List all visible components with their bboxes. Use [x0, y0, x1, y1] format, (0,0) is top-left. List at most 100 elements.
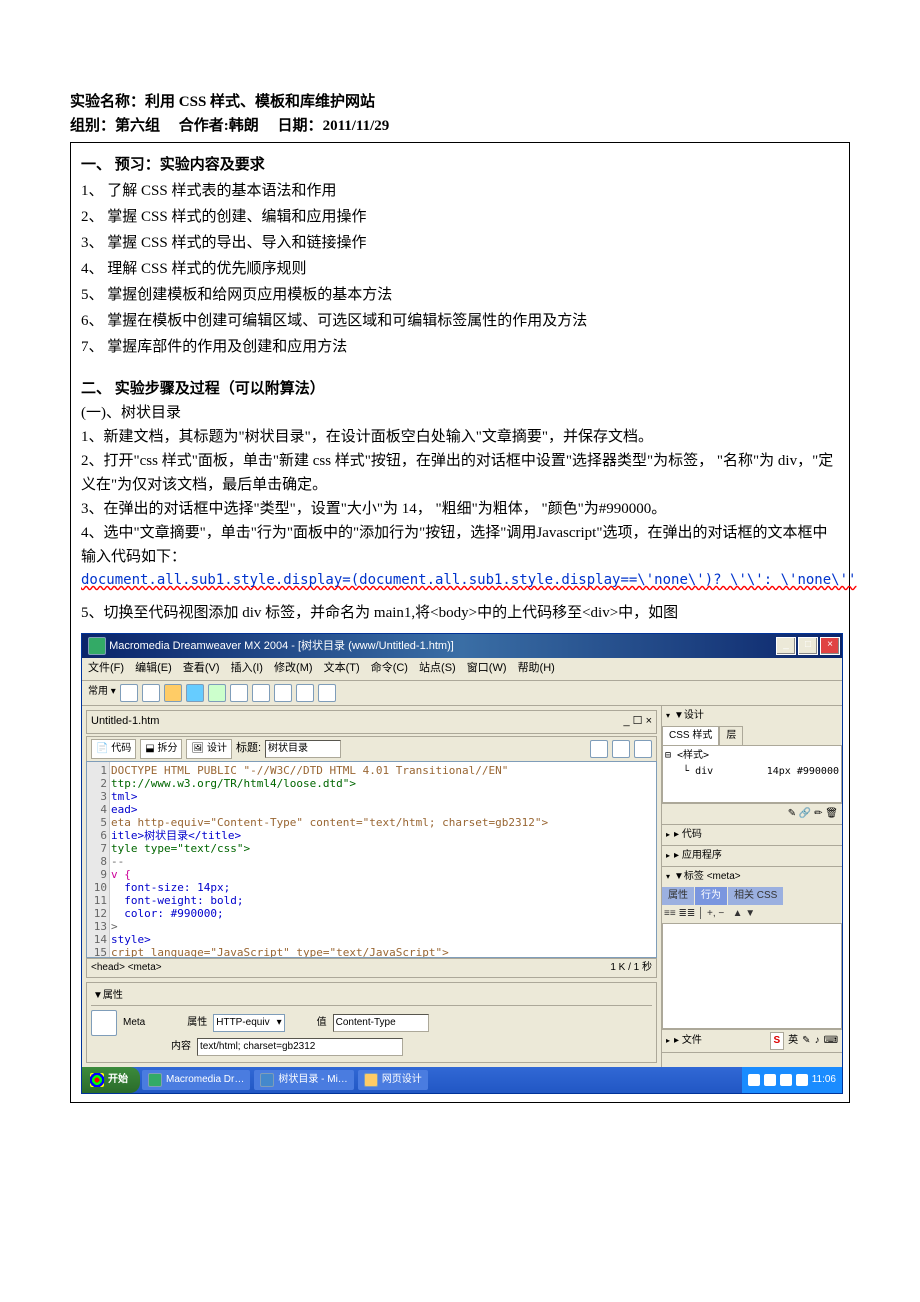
behaviors-list[interactable] — [662, 923, 842, 1029]
step: 5、切换至代码视图添加 div 标签，并命名为 main1,将<body>中的上… — [81, 601, 839, 625]
edit-css-icon[interactable]: ✏ — [814, 808, 822, 819]
taskbar-item[interactable]: 网页设计 — [358, 1070, 428, 1090]
relevant-css-tab[interactable]: 相关 CSS — [728, 887, 783, 905]
taskbar-item[interactable]: 树状目录 - Mi… — [254, 1070, 353, 1090]
minimize-button[interactable]: _ — [776, 637, 796, 655]
menu-item[interactable]: 文本(T) — [324, 662, 360, 674]
behaviors-tab[interactable]: 行为 — [695, 887, 727, 905]
step: 2、打开"css 样式"面板，单击"新建 css 样式"按钮，在弹出的对话框中设… — [81, 449, 839, 497]
subsection: (一)、树状目录 — [81, 401, 839, 425]
experiment-meta: 组别：第六组 合作者:韩朗 日期：2011/11/29 — [70, 114, 850, 138]
section1-title: 一、 预习：实验内容及要求 — [81, 153, 839, 177]
toolbar-icon[interactable] — [274, 684, 292, 702]
code-panel-header[interactable]: ▸ 代码 — [662, 825, 842, 845]
tray-icon[interactable] — [748, 1074, 760, 1086]
close-button[interactable]: × — [820, 637, 840, 655]
properties-panel: ▼属性 Meta 属性 HTTP-equiv 值 Content-Type — [86, 982, 657, 1063]
js-code: document.all.sub1.style.display=(documen… — [81, 569, 839, 591]
content-box: 一、 预习：实验内容及要求 1、 了解 CSS 样式表的基本语法和作用 2、 掌… — [70, 142, 850, 1103]
toolbar-icon[interactable] — [208, 684, 226, 702]
experiment-title: 实验名称：利用 CSS 样式、模板和库维护网站 — [70, 90, 850, 114]
toolbar-icon[interactable] — [612, 740, 630, 758]
step: 3、在弹出的对话框中选择"类型"，设置"大小"为 14， "粗细"为粗体， "颜… — [81, 497, 839, 521]
app-screenshot: Macromedia Dreamweaver MX 2004 - [树状目录 (… — [81, 633, 843, 1093]
list-item: 3、 掌握 CSS 样式的导出、导入和链接操作 — [81, 231, 839, 255]
toolbar-icon[interactable] — [252, 684, 270, 702]
toolbar-icon[interactable] — [634, 740, 652, 758]
tray-icon[interactable] — [764, 1074, 776, 1086]
step: 4、选中"文章摘要"，单击"行为"面板中的"添加行为"按钮，选择"调用Javas… — [81, 521, 839, 569]
list-item: 6、 掌握在模板中创建可编辑区域、可选区域和可编辑标签属性的作用及方法 — [81, 309, 839, 333]
list-item: 5、 掌握创建模板和给网页应用模板的基本方法 — [81, 283, 839, 307]
remove-behavior-button[interactable]: − — [718, 908, 724, 919]
toolbar-icon[interactable] — [318, 684, 336, 702]
menu-item[interactable]: 帮助(H) — [518, 662, 555, 674]
taskbar-item[interactable]: Macromedia Dr… — [142, 1070, 250, 1090]
document-tab[interactable]: Untitled-1.htm _ ☐ × — [86, 710, 657, 734]
side-panels: ▼设计 CSS 样式 层 ⊟ <样式> └ div 14px #990000 — [661, 706, 842, 1067]
panel-header[interactable]: ▼属性 — [91, 987, 652, 1006]
app-panel-header[interactable]: ▸ 应用程序 — [662, 846, 842, 866]
files-panel-header[interactable]: ▸ 文件 S 英 ✎ ♪ ⌨ — [662, 1030, 842, 1052]
menu-item[interactable]: 窗口(W) — [467, 662, 507, 674]
attach-css-icon[interactable]: 🔗 — [799, 808, 811, 819]
menu-bar[interactable]: 文件(F) 编辑(E) 查看(V) 插入(I) 修改(M) 文本(T) 命令(C… — [82, 658, 842, 681]
page-title-input[interactable]: 树状目录 — [265, 740, 341, 758]
list-item: 4、 理解 CSS 样式的优先顺序规则 — [81, 257, 839, 281]
toolbar-icon[interactable] — [164, 684, 182, 702]
start-button[interactable]: 开始 — [82, 1067, 140, 1093]
toolbar-icon[interactable] — [230, 684, 248, 702]
tray-icon[interactable] — [796, 1074, 808, 1086]
tray-icon[interactable] — [780, 1074, 792, 1086]
list-item: 1、 了解 CSS 样式表的基本语法和作用 — [81, 179, 839, 203]
system-tray[interactable]: 11:06 — [742, 1067, 842, 1093]
delete-css-icon[interactable]: 🗑 — [825, 808, 838, 819]
css-styles-tab[interactable]: CSS 样式 — [662, 726, 719, 745]
list-item: 2、 掌握 CSS 样式的创建、编辑和应用操作 — [81, 205, 839, 229]
tray-icon: ♪ — [815, 1033, 820, 1049]
list-item: 7、 掌握库部件的作用及创建和应用方法 — [81, 335, 839, 359]
window-titlebar[interactable]: Macromedia Dreamweaver MX 2004 - [树状目录 (… — [82, 634, 842, 658]
toolbar-icon[interactable] — [186, 684, 204, 702]
attr-select[interactable]: HTTP-equiv — [213, 1014, 284, 1032]
insert-toolbar[interactable]: 常用 ▾ — [82, 681, 842, 706]
layers-tab[interactable]: 层 — [719, 726, 743, 745]
maximize-button[interactable]: □ — [798, 637, 818, 655]
menu-item[interactable]: 站点(S) — [419, 662, 456, 674]
menu-item[interactable]: 命令(C) — [371, 662, 408, 674]
window-title: Macromedia Dreamweaver MX 2004 - [树状目录 (… — [109, 638, 776, 656]
menu-item[interactable]: 编辑(E) — [135, 662, 172, 674]
windows-logo-icon — [90, 1073, 104, 1087]
menu-item[interactable]: 查看(V) — [183, 662, 220, 674]
sogou-icon: S — [770, 1032, 785, 1050]
design-panel-header[interactable]: ▼设计 — [662, 706, 842, 726]
tag-selector-bar[interactable]: <head> <meta> 1 K / 1 秒 — [86, 958, 657, 978]
toolbar-icon[interactable] — [296, 684, 314, 702]
design-view-button[interactable]: 🖼 设计 — [186, 739, 231, 759]
menu-item[interactable]: 修改(M) — [274, 662, 313, 674]
code-view-button[interactable]: 📄 代码 — [91, 739, 136, 759]
content-input[interactable]: text/html; charset=gb2312 — [197, 1038, 403, 1056]
tag-panel-header[interactable]: ▼标签 <meta> — [662, 867, 842, 887]
value-input[interactable]: Content-Type — [333, 1014, 429, 1032]
windows-taskbar[interactable]: 开始 Macromedia Dr… 树状目录 - Mi… 网页设计 11:06 — [82, 1067, 842, 1093]
code-editor[interactable]: 12345678910111213141516 DOCTYPE HTML PUB… — [86, 761, 657, 958]
menu-item[interactable]: 文件(F) — [88, 662, 124, 674]
menu-item[interactable]: 插入(I) — [231, 662, 263, 674]
toolbar-icon[interactable] — [142, 684, 160, 702]
view-switcher: 📄 代码 ⬓ 拆分 🖼 设计 标题: 树状目录 — [86, 736, 657, 761]
app-icon — [88, 637, 106, 655]
add-behavior-button[interactable]: + — [707, 908, 713, 919]
toolbar-icon[interactable] — [120, 684, 138, 702]
tray-icon: ✎ — [802, 1033, 810, 1049]
tray-icon: ⌨ — [824, 1033, 838, 1049]
step: 1、新建文档，其标题为"树状目录"，在设计面板空白处输入"文章摘要"，并保存文档… — [81, 425, 839, 449]
new-css-icon[interactable]: ✎ — [788, 808, 796, 819]
toolbar-icon[interactable] — [590, 740, 608, 758]
section2-title: 二、 实验步骤及过程（可以附算法） — [81, 377, 839, 401]
split-view-button[interactable]: ⬓ 拆分 — [140, 739, 182, 759]
meta-icon — [91, 1010, 117, 1036]
attributes-tab[interactable]: 属性 — [662, 887, 694, 905]
css-styles-tree[interactable]: ⊟ <样式> └ div 14px #990000 — [662, 745, 842, 803]
behavior-toolbar: ≡≡ ≣≣ │ +, − ▲ ▼ — [662, 905, 842, 923]
